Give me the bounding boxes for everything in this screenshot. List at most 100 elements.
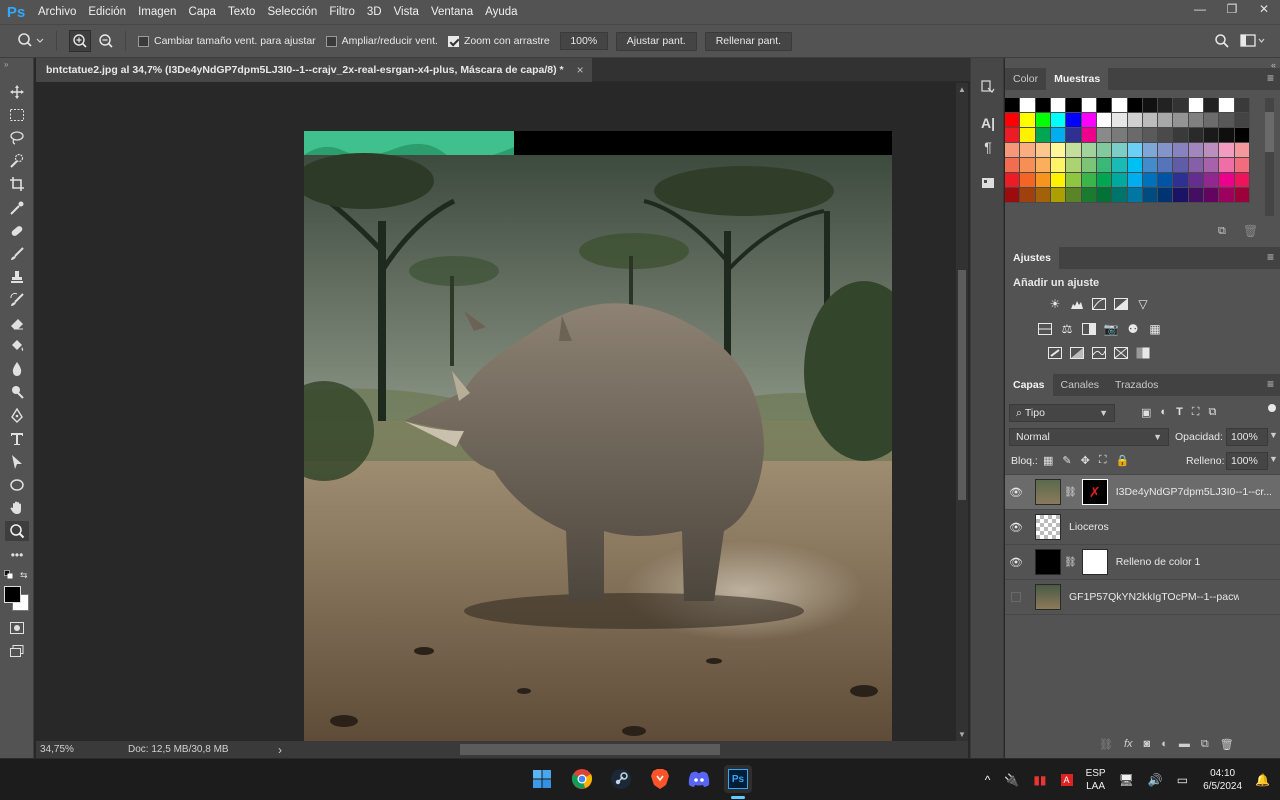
color-swatch[interactable] bbox=[1142, 128, 1159, 143]
minimize-button[interactable]: — bbox=[1184, 0, 1216, 18]
color-swatch[interactable] bbox=[1005, 113, 1021, 128]
ellipse-tool-icon[interactable] bbox=[5, 475, 29, 495]
canvas-area[interactable] bbox=[36, 83, 956, 741]
color-swatch[interactable] bbox=[1188, 113, 1205, 128]
menu-filtro[interactable]: Filtro bbox=[323, 0, 361, 24]
channel-mixer-icon[interactable]: ⚉ bbox=[1125, 322, 1141, 336]
color-swatch[interactable] bbox=[1173, 98, 1189, 113]
fill-screen-button[interactable]: Rellenar pant. bbox=[704, 31, 793, 51]
opacity-field[interactable]: 100% bbox=[1226, 428, 1268, 446]
color-swatch[interactable] bbox=[1035, 173, 1051, 188]
notifications-icon[interactable]: 🔔 bbox=[1255, 773, 1270, 787]
color-swatch[interactable] bbox=[1173, 188, 1189, 203]
color-swatch[interactable] bbox=[1142, 143, 1159, 158]
link-layers-icon[interactable]: ⛓ bbox=[1099, 738, 1113, 751]
color-swatch[interactable] bbox=[1188, 188, 1205, 203]
swap-colors-icon[interactable]: ⇆ bbox=[20, 570, 28, 581]
color-swatch[interactable] bbox=[1020, 128, 1036, 143]
lasso-tool-icon[interactable] bbox=[5, 128, 29, 148]
steam-icon[interactable] bbox=[607, 765, 635, 793]
color-swatch[interactable] bbox=[1050, 188, 1067, 203]
visibility-toggle-empty[interactable] bbox=[1011, 592, 1021, 602]
menu-archivo[interactable]: Archivo bbox=[32, 0, 82, 24]
hue-saturation-icon[interactable] bbox=[1037, 322, 1053, 336]
color-swatch[interactable] bbox=[1050, 128, 1067, 143]
color-swatch[interactable] bbox=[1158, 113, 1174, 128]
color-swatch[interactable] bbox=[1005, 98, 1021, 113]
color-swatch[interactable] bbox=[1020, 143, 1036, 158]
dodge-tool-icon[interactable] bbox=[5, 382, 29, 402]
color-swatch[interactable] bbox=[1066, 113, 1082, 128]
color-swatch[interactable] bbox=[1173, 113, 1189, 128]
tab-adjustments[interactable]: Ajustes bbox=[1005, 247, 1059, 269]
path-selection-tool-icon[interactable] bbox=[5, 452, 29, 472]
menu-capa[interactable]: Capa bbox=[182, 0, 222, 24]
color-swatch[interactable] bbox=[1127, 158, 1143, 173]
color-swatch[interactable] bbox=[1112, 98, 1128, 113]
color-swatch[interactable] bbox=[1112, 143, 1128, 158]
usb-icon[interactable]: 🔌 bbox=[1004, 773, 1019, 787]
exposure-icon[interactable] bbox=[1113, 297, 1129, 311]
history-panel-icon[interactable] bbox=[979, 78, 997, 96]
panel-menu-icon[interactable]: ≡ bbox=[1267, 377, 1274, 391]
app-tray-icon[interactable]: A bbox=[1060, 774, 1073, 786]
color-swatch[interactable] bbox=[1188, 158, 1205, 173]
color-swatch[interactable] bbox=[1066, 173, 1082, 188]
menu-seleccion[interactable]: Selección bbox=[261, 0, 323, 24]
zoom-all-option[interactable]: Ampliar/reducir vent. bbox=[325, 35, 438, 47]
more-tools-icon[interactable]: ••• bbox=[5, 545, 29, 565]
filter-toggle-icon[interactable] bbox=[1268, 404, 1276, 412]
color-swatch[interactable] bbox=[1096, 98, 1113, 113]
workspace-icon[interactable] bbox=[1240, 34, 1266, 51]
color-swatch[interactable] bbox=[1188, 98, 1205, 113]
link-chain-icon[interactable]: ⛓ bbox=[1064, 557, 1077, 568]
color-swatch[interactable] bbox=[1219, 143, 1235, 158]
paint-bucket-tool-icon[interactable] bbox=[5, 336, 29, 356]
discord-icon[interactable] bbox=[685, 765, 713, 793]
visibility-eye-icon[interactable]: 👁 bbox=[1005, 521, 1027, 534]
color-swatch[interactable] bbox=[1035, 143, 1051, 158]
color-swatch[interactable] bbox=[1112, 188, 1128, 203]
color-swatch[interactable] bbox=[1081, 98, 1097, 113]
new-swatch-icon[interactable]: ⧉ bbox=[1218, 225, 1226, 238]
posterize-icon[interactable] bbox=[1069, 346, 1085, 360]
color-swatch[interactable] bbox=[1142, 188, 1159, 203]
color-swatch[interactable] bbox=[1204, 143, 1220, 158]
color-swatch[interactable] bbox=[1158, 158, 1174, 173]
color-swatch[interactable] bbox=[1005, 173, 1021, 188]
tab-color[interactable]: Color bbox=[1005, 68, 1046, 90]
fill-dropdown-icon[interactable]: ▼ bbox=[1269, 454, 1278, 464]
color-swatch[interactable] bbox=[1112, 158, 1128, 173]
clone-stamp-tool-icon[interactable] bbox=[5, 267, 29, 287]
color-swatch[interactable] bbox=[1005, 128, 1021, 143]
color-swatch[interactable] bbox=[1188, 173, 1205, 188]
zoom-all-checkbox[interactable] bbox=[325, 35, 337, 47]
fill-field[interactable]: 100% bbox=[1226, 452, 1268, 470]
delete-swatch-icon[interactable]: 🗑 bbox=[1243, 224, 1258, 238]
color-swatch[interactable] bbox=[1204, 188, 1220, 203]
history-brush-tool-icon[interactable] bbox=[5, 290, 29, 310]
color-swatch[interactable] bbox=[1158, 188, 1174, 203]
color-swatch[interactable] bbox=[1035, 188, 1051, 203]
color-swatch[interactable] bbox=[1081, 143, 1097, 158]
close-tab-button[interactable]: × bbox=[577, 63, 584, 77]
color-swatch[interactable] bbox=[1020, 98, 1036, 113]
document-canvas[interactable] bbox=[304, 131, 892, 741]
curves-icon[interactable] bbox=[1091, 297, 1107, 311]
menu-texto[interactable]: Texto bbox=[222, 0, 262, 24]
color-swatch[interactable] bbox=[1142, 173, 1159, 188]
new-group-icon[interactable]: ▬ bbox=[1179, 738, 1190, 751]
color-swatch[interactable] bbox=[1020, 173, 1036, 188]
opacity-dropdown-icon[interactable]: ▼ bbox=[1269, 430, 1278, 440]
color-swatch[interactable] bbox=[1188, 143, 1205, 158]
blend-mode-select[interactable]: Normal ▼ bbox=[1009, 428, 1169, 446]
properties-panel-icon[interactable] bbox=[979, 174, 997, 192]
toolbox-grip[interactable]: » bbox=[4, 60, 8, 69]
color-swatch[interactable] bbox=[1005, 158, 1021, 173]
color-swatch[interactable] bbox=[1219, 128, 1235, 143]
color-swatch[interactable] bbox=[1127, 98, 1143, 113]
horizontal-scroll-thumb[interactable] bbox=[460, 744, 720, 755]
fit-screen-button[interactable]: Ajustar pant. bbox=[615, 31, 697, 51]
color-swatch[interactable] bbox=[1050, 158, 1067, 173]
lock-transparency-icon[interactable]: ▦ bbox=[1043, 454, 1053, 467]
